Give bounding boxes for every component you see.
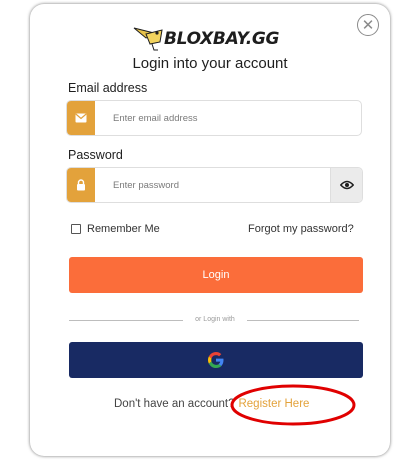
password-label: Password	[68, 148, 123, 162]
login-button[interactable]: Login	[69, 257, 363, 293]
email-field-group	[66, 100, 362, 136]
register-prompt-text: Don't have an account?	[114, 398, 235, 410]
show-password-button[interactable]	[330, 168, 362, 202]
divider-line-left	[69, 320, 183, 321]
password-field-group	[66, 167, 363, 203]
close-icon: ✕	[361, 16, 375, 34]
lock-icon	[67, 168, 95, 202]
remember-me-label: Remember Me	[87, 223, 160, 235]
divider-text: or Login with	[195, 316, 235, 323]
eye-icon	[339, 180, 354, 190]
remember-me-checkbox[interactable]: Remember Me	[71, 223, 160, 235]
bird-mascot-icon	[133, 27, 163, 51]
email-input[interactable]	[113, 101, 353, 135]
email-label: Email address	[68, 81, 148, 95]
divider-line-right	[247, 320, 359, 321]
forgot-password-link[interactable]: Forgot my password?	[248, 223, 354, 235]
password-input[interactable]	[113, 168, 323, 202]
google-icon	[208, 352, 224, 368]
register-link[interactable]: Register Here	[238, 398, 309, 410]
bloxbay-logo: BLOXBAY.GG	[133, 27, 280, 51]
svg-text:BLOXBAY.GG: BLOXBAY.GG	[164, 29, 280, 49]
checkbox-box[interactable]	[71, 224, 81, 234]
envelope-icon	[67, 101, 95, 135]
close-button[interactable]: ✕	[357, 14, 379, 36]
register-prompt: Don't have an account? Register Here	[114, 398, 309, 410]
page-title: Login into your account	[132, 55, 288, 72]
google-login-button[interactable]	[69, 342, 363, 378]
